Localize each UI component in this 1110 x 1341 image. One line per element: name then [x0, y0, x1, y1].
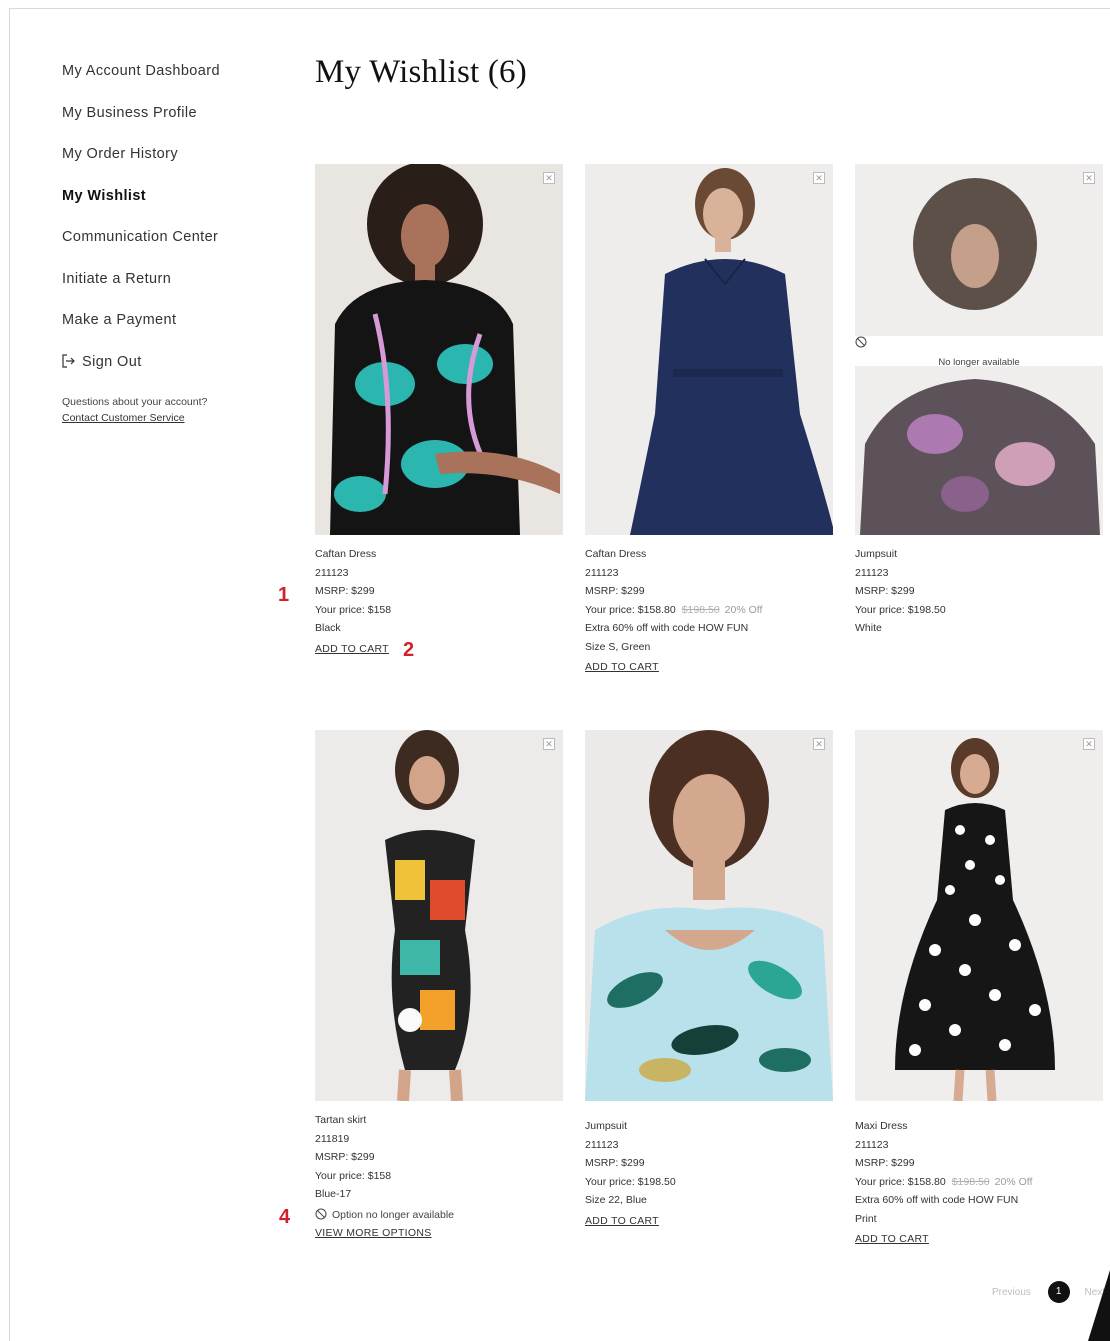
wishlist-card: ✕ Tartan skirt 211819 MSRP: $299 Your pr… — [315, 730, 563, 1239]
sidebar-item-initiate-return[interactable]: Initiate a Return — [62, 270, 262, 312]
product-sku: 211123 — [855, 1138, 889, 1151]
wishlist-card: ✕ Maxi Dress 211123 MSRP: $299 Your pric… — [855, 730, 1103, 1245]
product-variant: Size S, Green — [585, 640, 651, 653]
product-price-line: Your price: $158.80 $198.50 20% Off — [855, 1173, 1103, 1192]
contact-customer-service-link[interactable]: Contact Customer Service — [62, 410, 185, 426]
add-to-cart-button[interactable]: ADD TO CART — [855, 1233, 929, 1245]
product-image[interactable]: ✕ — [315, 730, 563, 1101]
no-longer-available-banner: No longer available — [855, 336, 1103, 368]
sign-out-icon — [62, 353, 75, 368]
option-unavailable-text: Option no longer available — [332, 1208, 455, 1221]
product-name: Caftan Dress — [585, 548, 647, 560]
product-sku: 211123 — [315, 566, 349, 579]
wishlist-card: ✕ Jumpsuit 211123 MSRP: $299 Your price:… — [585, 730, 833, 1227]
product-price-line: Your price: $158.80 $198.50 20% Off — [585, 601, 833, 620]
wishlist-card: ✕ Caftan Dress 211123 MSRP: $299 Your pr… — [585, 164, 833, 673]
ban-icon — [855, 336, 867, 348]
sidebar-item-business-profile[interactable]: My Business Profile — [62, 104, 262, 146]
product-msrp: MSRP: $299 — [855, 1157, 915, 1169]
option-unavailable-notice: Option no longer available — [315, 1204, 563, 1226]
pagination-previous[interactable]: Previous — [992, 1287, 1031, 1298]
product-image[interactable]: No longer available ✕ — [855, 164, 1103, 535]
sidebar-item-dashboard[interactable]: My Account Dashboard — [62, 62, 262, 104]
product-promo: Extra 60% off with code HOW FUN — [855, 1194, 1019, 1206]
product-name: Jumpsuit — [855, 548, 898, 560]
annotation-marker: 1 — [278, 584, 290, 606]
product-msrp: MSRP: $299 — [585, 585, 645, 597]
product-info: Maxi Dress 211123 MSRP: $299 Your price:… — [855, 1101, 1103, 1245]
product-discount: 20% Off — [994, 1175, 1033, 1188]
annotation-marker: 4 — [279, 1206, 291, 1228]
product-promo: Extra 60% off with code HOW FUN — [585, 622, 749, 634]
help-block: Questions about your account? Contact Cu… — [62, 394, 262, 426]
add-to-cart-button[interactable]: ADD TO CART — [585, 661, 659, 673]
product-variant: Print — [855, 1212, 877, 1225]
product-name: Maxi Dress — [855, 1120, 908, 1132]
product-variant: Size 22, Blue — [585, 1194, 647, 1206]
product-price: Your price: $198.50 — [855, 603, 946, 616]
product-info: Jumpsuit 211123 MSRP: $299 Your price: $… — [855, 535, 1103, 638]
product-color: Blue-17 — [315, 1188, 352, 1200]
product-old-price: $198.50 — [681, 603, 720, 616]
product-color: Black — [315, 622, 341, 634]
annotation-marker: 2 — [403, 639, 415, 661]
product-image[interactable]: ✕ — [585, 730, 833, 1101]
product-name: Caftan Dress — [315, 548, 377, 560]
add-to-cart-button[interactable]: ADD TO CART — [315, 643, 389, 655]
remove-item-close-icon[interactable]: ✕ — [1083, 738, 1095, 750]
remove-item-close-icon[interactable]: ✕ — [543, 738, 555, 750]
pagination-page-current[interactable]: 1 — [1047, 1281, 1070, 1303]
remove-item-close-icon[interactable]: ✕ — [1083, 172, 1095, 184]
product-sku: 211123 — [855, 566, 889, 579]
product-price: Your price: $158 — [315, 1169, 392, 1182]
product-name: Jumpsuit — [585, 1120, 628, 1132]
product-image[interactable]: ✕ — [855, 730, 1103, 1101]
sidebar-item-communication-center[interactable]: Communication Center — [62, 228, 262, 270]
product-msrp: MSRP: $299 — [315, 1151, 375, 1163]
remove-item-close-icon[interactable]: ✕ — [813, 172, 825, 184]
product-info: Caftan Dress 211123 MSRP: $299 Your pric… — [585, 535, 833, 673]
product-price: Your price: $198.50 — [585, 1175, 676, 1188]
product-price: Your price: $158.80 — [855, 1175, 946, 1188]
product-discount: 20% Off — [724, 603, 763, 616]
ban-icon — [315, 1208, 327, 1219]
product-info: Tartan skirt 211819 MSRP: $299 Your pric… — [315, 1101, 563, 1239]
product-msrp: MSRP: $299 — [585, 1157, 645, 1169]
product-info: Caftan Dress 211123 MSRP: $299 Your pric… — [315, 535, 563, 655]
corner-decoration — [1088, 1270, 1110, 1341]
product-old-price: $198.50 — [951, 1175, 990, 1188]
help-text: Questions about your account? — [62, 396, 208, 408]
sidebar-item-order-history[interactable]: My Order History — [62, 145, 262, 187]
view-more-options-button[interactable]: VIEW MORE OPTIONS — [315, 1227, 432, 1239]
product-image[interactable]: ✕ — [585, 164, 833, 535]
product-price: Your price: $158.80 — [585, 603, 676, 616]
product-image[interactable]: ✕ — [315, 164, 563, 535]
add-to-cart-button[interactable]: ADD TO CART — [585, 1215, 659, 1227]
sidebar-item-wishlist[interactable]: My Wishlist — [62, 187, 262, 229]
sign-out-link[interactable]: Sign Out — [62, 353, 262, 395]
sign-out-label: Sign Out — [82, 353, 142, 370]
product-sku: 211123 — [585, 566, 619, 579]
wishlist-card: ✕ Caftan Dress 211123 MSRP: $299 Your pr… — [315, 164, 563, 655]
product-sku: 211123 — [585, 1138, 619, 1151]
wishlist-card: No longer available ✕ Jumpsuit 211123 MS… — [855, 164, 1103, 638]
product-msrp: MSRP: $299 — [855, 585, 915, 597]
account-sidebar: My Account Dashboard My Business Profile… — [62, 62, 262, 426]
product-msrp: MSRP: $299 — [315, 585, 375, 597]
remove-item-close-icon[interactable]: ✕ — [813, 738, 825, 750]
page-title: My Wishlist (6) — [315, 54, 527, 90]
product-name: Tartan skirt — [315, 1114, 367, 1126]
product-price: Your price: $158 — [315, 603, 392, 616]
remove-item-close-icon[interactable]: ✕ — [543, 172, 555, 184]
product-sku: 211819 — [315, 1132, 350, 1145]
product-color: White — [855, 622, 882, 634]
product-info: Jumpsuit 211123 MSRP: $299 Your price: $… — [585, 1101, 833, 1227]
overlay-text: No longer available — [938, 357, 1020, 368]
sidebar-item-make-payment[interactable]: Make a Payment — [62, 311, 262, 353]
